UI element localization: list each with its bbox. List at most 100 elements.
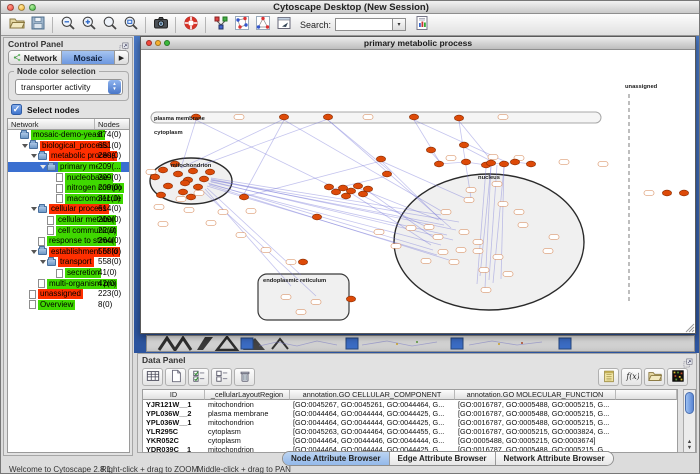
search-input[interactable]	[335, 18, 393, 31]
help-ring-button[interactable]	[180, 15, 201, 34]
tab-network-attribute-browser[interactable]: Network Attribute Browser	[496, 452, 613, 465]
tree-row-transport[interactable]: transport558(0)	[8, 257, 129, 268]
expander-icon[interactable]	[30, 154, 38, 158]
data-panel-float-icon[interactable]	[683, 355, 693, 365]
tree-row-primary-metabo[interactable]: primary metabo209(...	[8, 162, 129, 173]
toolbar-separator	[205, 17, 206, 33]
attribute-table[interactable]: ID_cellularLayoutRegionannotation.GO CEL…	[142, 389, 678, 453]
graph-node	[239, 194, 248, 200]
tabs-overflow-button[interactable]: ▶	[115, 51, 128, 64]
attribute-table-header[interactable]: ID_cellularLayoutRegionannotation.GO CEL…	[143, 390, 677, 400]
tab-mosaic[interactable]: Mosaic	[62, 51, 115, 64]
table-cell: cytoplasm	[205, 427, 290, 436]
tree-row-nucleobase-[interactable]: nucleobase-209(0)	[8, 172, 129, 183]
network-view-titlebar[interactable]: primary metabolic process	[141, 37, 695, 50]
snapshot-button[interactable]	[150, 15, 171, 34]
expander-icon[interactable]	[30, 250, 38, 254]
vizmapper-button[interactable]	[210, 15, 231, 34]
table-row[interactable]: YKR052Ccytoplasm[GO:0044464, GO:0044446,…	[143, 436, 677, 445]
tree-row-unassigned[interactable]: unassigned223(0)	[8, 289, 129, 300]
open-folder2-button[interactable]	[644, 368, 665, 386]
open-folder2-icon	[648, 369, 662, 386]
titlebar: Cytoscape Desktop (New Session)	[1, 1, 700, 14]
trash-icon	[238, 369, 252, 386]
graph-node	[158, 167, 167, 173]
tab-node-attribute-browser[interactable]: Node Attribute Browser	[283, 452, 390, 465]
scrollbar-thumb[interactable]	[685, 392, 694, 414]
background-windows[interactable]	[146, 335, 695, 352]
function-button[interactable]: f(x)	[621, 368, 642, 386]
search-dropdown-button[interactable]: ▾	[393, 18, 406, 31]
region-label-cytoplasm: cytoplasm	[154, 130, 183, 136]
table-column-header[interactable]: _cellularLayoutRegion	[205, 390, 290, 400]
table-cell: [GO:0045267, GO:0045261, GO:0044464, G..…	[290, 400, 455, 409]
heatmap-button[interactable]	[667, 368, 688, 386]
select-nodes-checkbox[interactable]: ✓	[11, 104, 22, 115]
expander-icon[interactable]	[21, 144, 29, 148]
layout-edges-button[interactable]	[252, 15, 273, 34]
table-row[interactable]: YPL036W__1mitochondrion[GO:0044464, GO:0…	[143, 418, 677, 427]
region-label-unassigned: unassigned	[625, 84, 658, 90]
table-cell: [GO:0016787, GO:0005488, GO:0005215, G..…	[455, 418, 616, 427]
snapshot-icon	[153, 15, 169, 34]
tree-row-nitrogen-compo[interactable]: nitrogen compo209(0)	[8, 183, 129, 194]
table-column-header[interactable]: annotation.GO MOLECULAR_FUNCTION	[455, 390, 616, 400]
graph-node	[298, 259, 307, 265]
network-tree-header[interactable]: Network Nodes	[8, 119, 129, 130]
tree-row-mosaic-demo-yeast[interactable]: mosaic-demo-yeast874(0)	[8, 130, 129, 141]
node-color-dropdown[interactable]: transporter activity ▲▼	[15, 79, 123, 95]
zoom-fit-button[interactable]	[120, 15, 141, 34]
tree-row-multi-organism-pro[interactable]: multi-organism pro42(0)	[8, 278, 129, 289]
table-column-header[interactable]: annotation.GO CELLULAR_COMPONENT	[290, 390, 455, 400]
node-label-pill	[281, 295, 291, 300]
control-panel: Control Panel Network Mosaic ▶ Node colo…	[3, 37, 133, 456]
table-row[interactable]: YJR121W__1mitochondrion[GO:0045267, GO:0…	[143, 400, 677, 409]
tree-row-overview[interactable]: Overview8(0)	[8, 300, 129, 311]
table-vertical-scrollbar[interactable]: ▲▼	[683, 389, 696, 453]
node-label-pill	[644, 191, 654, 196]
expander-icon[interactable]	[30, 207, 38, 211]
notepad-button[interactable]	[598, 368, 619, 386]
unselect-rows-button[interactable]	[211, 368, 232, 386]
select-rows-button[interactable]	[188, 368, 209, 386]
table-grid-button[interactable]	[142, 368, 163, 386]
network-canvas[interactable]: plasma membranecytoplasmmitochondrionnuc…	[141, 50, 695, 333]
tree-row-cellular-metabol[interactable]: cellular metabol209(0)	[8, 215, 129, 226]
open-folder-button[interactable]	[6, 15, 27, 34]
tab-network[interactable]: Network	[9, 51, 62, 64]
search-label: Search:	[300, 20, 331, 30]
graph-node	[486, 160, 495, 166]
file-icon	[56, 269, 63, 278]
expander-icon[interactable]	[39, 260, 47, 264]
tree-row-establishment-of-lo[interactable]: establishment of lo558(0)	[8, 247, 129, 258]
float-panel-icon[interactable]	[119, 39, 129, 49]
table-row[interactable]: YLR295Ccytoplasm[GO:0045263, GO:0044464,…	[143, 427, 677, 436]
layout-nodes-button[interactable]	[231, 15, 252, 34]
region-plasma-membrane	[151, 112, 601, 123]
window-export-button[interactable]	[273, 15, 294, 34]
tree-row-cell-communicat[interactable]: cell communicat22(0)	[8, 225, 129, 236]
new-doc-button[interactable]	[165, 368, 186, 386]
save-button[interactable]	[27, 15, 48, 34]
tree-row-response-to-stimul[interactable]: response to stimul264(0)	[8, 236, 129, 247]
tree-row-secretion[interactable]: secretion41(0)	[8, 268, 129, 279]
scrollbar-arrows-icon[interactable]: ▲▼	[684, 440, 695, 451]
tab-edge-attribute-browser[interactable]: Edge Attribute Browser	[390, 452, 496, 465]
tree-row-macromolecule[interactable]: macromolecule311(0)	[8, 194, 129, 205]
tree-row-cellular-process[interactable]: cellular process614(0)	[8, 204, 129, 215]
node-label-pill	[421, 259, 431, 264]
zoom-out-button[interactable]	[57, 15, 78, 34]
table-column-header[interactable]: ID	[143, 390, 205, 400]
expander-icon[interactable]	[39, 165, 47, 169]
graph-node	[341, 193, 350, 199]
trash-button[interactable]	[234, 368, 255, 386]
zoom-in-button[interactable]	[78, 15, 99, 34]
tree-row-biological-process[interactable]: biological_process651(0)	[8, 141, 129, 152]
network-canvas-container[interactable]: plasma membranecytoplasmmitochondrionnuc…	[141, 50, 695, 333]
zoom-selected-button[interactable]	[99, 15, 120, 34]
tree-row-metabolic-process[interactable]: metabolic process280(0)	[8, 151, 129, 162]
graph-node	[353, 183, 362, 189]
table-row[interactable]: YPL036W__2plasma membrane[GO:0044464, GO…	[143, 409, 677, 418]
report-button[interactable]	[411, 15, 432, 34]
group-title: Node color selection	[14, 67, 99, 76]
